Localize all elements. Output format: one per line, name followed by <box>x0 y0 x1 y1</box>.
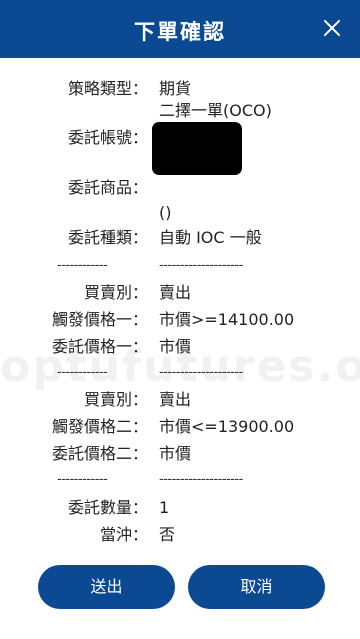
separator-left-2: ------------ <box>57 365 108 380</box>
dialog-title: 下單確認 <box>134 20 226 44</box>
separator-right-2: -------------------- <box>159 365 243 380</box>
account-label: 委託帳號： <box>67 128 148 147</box>
order-kind-value: 自動 IOC 一般 <box>159 228 262 247</box>
dialog-titlebar: 下單確認 <box>0 0 360 58</box>
leg2-side-value: 賣出 <box>159 390 192 409</box>
leg2-order-price-label: 委託價格二： <box>51 444 148 463</box>
strategy-type-label: 策略類型： <box>67 79 148 98</box>
leg1-order-price-value: 市價 <box>159 337 192 356</box>
leg1-side-value: 賣出 <box>159 283 192 302</box>
separator-right-1: -------------------- <box>159 258 243 273</box>
leg1-side-label: 買賣別： <box>83 283 148 302</box>
daytrade-value: 否 <box>159 525 176 544</box>
separator-left-1: ------------ <box>57 258 108 273</box>
daytrade-label: 當沖： <box>99 525 148 544</box>
separator-right-3: -------------------- <box>159 472 243 487</box>
separator-left-3: ------------ <box>57 472 108 487</box>
close-icon[interactable] <box>318 14 346 42</box>
submit-button[interactable]: 送出 <box>38 565 175 609</box>
leg1-trigger-label: 觸發價格一： <box>51 310 148 329</box>
leg1-trigger-value: 市價>=14100.00 <box>159 310 295 329</box>
dialog-body: optufutures.or 策略類型： 期貨 二擇一單(OCO) 委託帳號： … <box>0 58 360 639</box>
cancel-button[interactable]: 取消 <box>188 565 325 609</box>
product-label: 委託商品： <box>67 178 148 197</box>
leg2-order-price-value: 市價 <box>159 444 192 463</box>
order-kind-label: 委託種類： <box>67 228 148 247</box>
quantity-value: 1 <box>159 498 170 517</box>
redacted-account-box <box>152 122 242 175</box>
product-value: () <box>159 203 172 222</box>
quantity-label: 委託數量： <box>67 498 148 517</box>
leg1-order-price-label: 委託價格一： <box>51 337 148 356</box>
leg2-side-label: 買賣別： <box>83 390 148 409</box>
leg2-trigger-value: 市價<=13900.00 <box>159 417 295 436</box>
strategy-type-value-line1: 期貨 <box>159 79 192 98</box>
strategy-type-value-line2: 二擇一單(OCO) <box>159 101 272 120</box>
leg2-trigger-label: 觸發價格二： <box>51 417 148 436</box>
order-confirm-dialog: 下單確認 optufutures.or 策略類型： 期貨 二擇一單(OCO) 委… <box>0 0 360 639</box>
